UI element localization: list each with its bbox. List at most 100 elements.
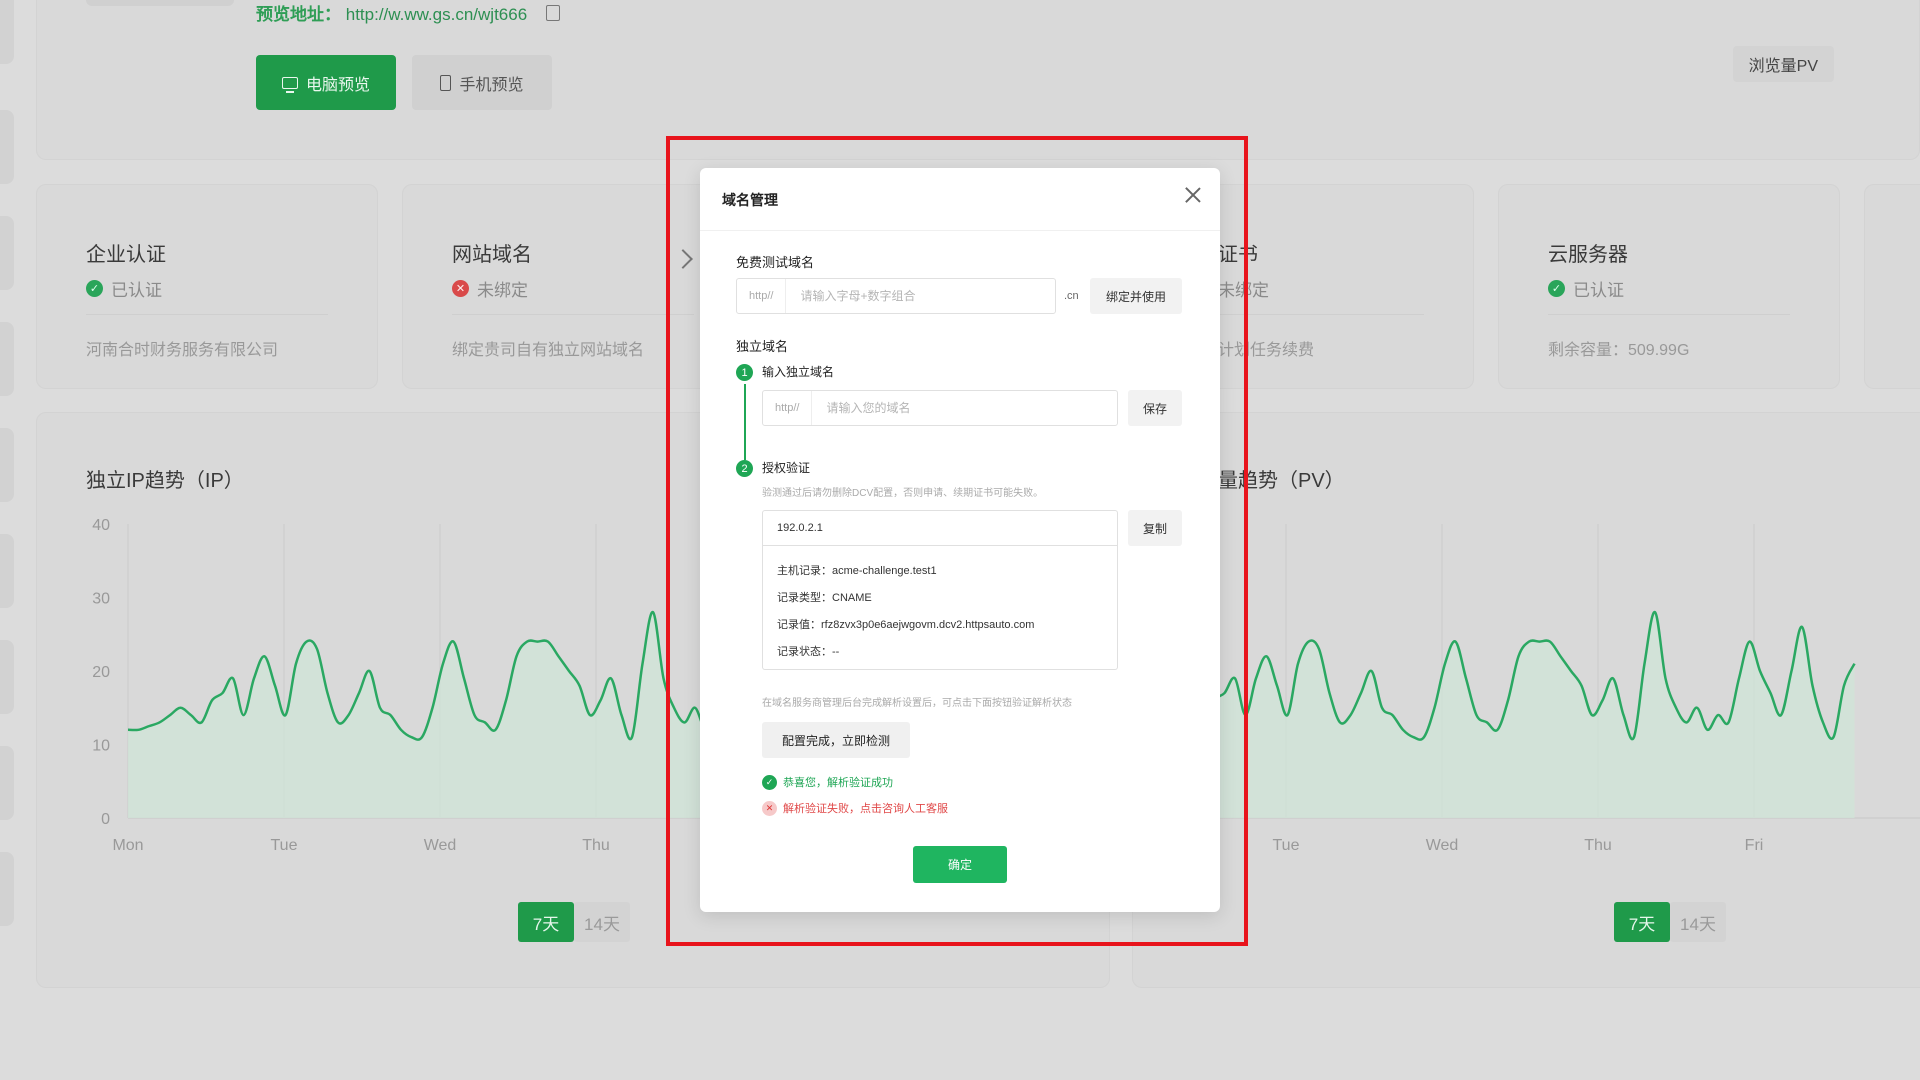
sidebar-stub [0, 428, 14, 502]
stat-desc: 河南合时财务服务有限公司 [86, 342, 279, 359]
save-button[interactable]: 保存 [1128, 390, 1182, 426]
sidebar-stub [0, 640, 14, 714]
range-7-days-button[interactable]: 7天 [1614, 902, 1670, 942]
stat-title: 网站域名 [452, 244, 532, 266]
ip-value: 192.0.2.1 [762, 510, 1118, 546]
check-icon: ✓ [1548, 280, 1565, 297]
http-prefix: http// [737, 279, 787, 313]
http-prefix: http// [763, 391, 813, 425]
pc-preview-label: 电脑预览 [305, 76, 370, 94]
fail-message[interactable]: ✕ 解析验证失败，点击咨询人工客服 [762, 800, 948, 816]
range-7-days-button[interactable]: 7天 [518, 902, 574, 942]
check-icon: ✓ [86, 280, 103, 297]
y-tick-label: 0 [101, 811, 110, 828]
x-tick-label: Mon [112, 837, 143, 854]
mobile-preview-button[interactable]: 手机预览 [412, 55, 552, 110]
error-icon: ✕ [452, 280, 469, 297]
y-tick-label: 10 [92, 738, 110, 755]
stat-card-domain[interactable]: 网站域名 ✕ 未绑定 绑定贵司自有独立网站域名 [402, 184, 744, 389]
sidebar-stub [0, 322, 14, 396]
series-area [128, 612, 758, 818]
x-tick-label: Wed [1426, 837, 1459, 854]
stat-status-text: 未绑定 [477, 281, 528, 300]
stat-status: ✕ 未绑定 [452, 276, 528, 301]
check-now-button[interactable]: 配置完成，立即检测 [762, 722, 910, 758]
stat-title: 云服务器 [1548, 244, 1628, 266]
free-domain-field: http// [736, 278, 1056, 314]
range-toggle: 7天 14天 [1614, 902, 1726, 942]
stat-card-server: 云服务器 ✓ 已认证 剩余容量：509.99G [1498, 184, 1840, 389]
x-tick-label: Thu [1584, 837, 1612, 854]
range-toggle: 7天 14天 [518, 902, 630, 942]
divider [1548, 314, 1790, 315]
custom-domain-label: 独立域名 [736, 339, 789, 354]
x-tick-label: Wed [424, 837, 457, 854]
sidebar-stub [0, 110, 14, 184]
chart-card-pv: 量趋势（PV） 010203040MonTueWedThuFri 7天 14天 [1132, 412, 1920, 988]
copy-icon[interactable] [545, 5, 560, 21]
record-value: 记录值：rfz8zvx3p0e6aejwgovm.dcv2.httpsauto.… [777, 619, 1035, 631]
divider [700, 230, 1220, 231]
success-message: ✓ 恭喜您，解析验证成功 [762, 774, 893, 790]
check-hint: 在域名服务商管理后台完成解析设置后，可点击下面按钮验证解析状态 [762, 698, 1072, 709]
x-tick-label: Tue [1273, 837, 1300, 854]
free-domain-label: 免费测试域名 [736, 255, 815, 270]
success-text: 恭喜您，解析验证成功 [783, 777, 893, 789]
step-2-badge: 2 [736, 460, 753, 477]
stat-status-text: 已认证 [111, 281, 162, 300]
stat-desc: 剩余容量：509.99G [1548, 342, 1690, 359]
preview-url-link[interactable]: http://w.ww.gs.cn/wjt666 [346, 5, 527, 24]
error-icon: ✕ [762, 800, 777, 816]
x-tick-label: Thu [582, 837, 610, 854]
stat-desc: 绑定贵司自有独立网站域名 [452, 342, 645, 359]
y-tick-label: 20 [92, 664, 110, 681]
record-host: 主机记录：acme-challenge.test1 [777, 565, 937, 577]
step-1-label: 输入独立域名 [762, 365, 835, 379]
stat-title: 企业认证 [86, 244, 166, 266]
x-tick-label: Tue [271, 837, 298, 854]
divider [86, 314, 328, 315]
step-2-hint: 验测通过后请勿删除DCV配置，否则申请、续期证书可能失败。 [762, 488, 1044, 499]
step-2-label: 授权验证 [762, 461, 811, 475]
series-area [1132, 612, 1855, 818]
preview-address: 预览地址： http://w.ww.gs.cn/wjt666 [256, 0, 560, 25]
stat-card-enterprise: 企业认证 ✓ 已认证 河南合时财务服务有限公司 [36, 184, 378, 389]
dns-record-box: 主机记录：acme-challenge.test1 记录类型：CNAME 记录值… [762, 546, 1118, 670]
mobile-preview-label: 手机预览 [459, 76, 524, 94]
site-logo-placeholder [86, 0, 234, 6]
confirm-button[interactable]: 确定 [913, 846, 1007, 883]
sidebar-stub [0, 216, 14, 290]
sidebar-stub [0, 746, 14, 820]
domain-management-dialog: 域名管理 免费测试域名 http// .cn 绑定并使用 独立域名 1 输入独立… [700, 168, 1220, 912]
range-14-days-button[interactable]: 14天 [1670, 902, 1726, 942]
stat-status: 未绑定 [1218, 276, 1269, 301]
step-1-badge: 1 [736, 364, 753, 381]
stat-status: ✓ 已认证 [86, 276, 162, 301]
check-icon: ✓ [762, 774, 777, 790]
range-14-days-button[interactable]: 14天 [574, 902, 630, 942]
stat-status-text: 未绑定 [1218, 281, 1269, 300]
monitor-icon [281, 76, 298, 93]
pv-trend-chart: 010203040MonTueWedThuFri [1132, 517, 1920, 854]
pc-preview-button[interactable]: 电脑预览 [256, 55, 396, 110]
step-connector [744, 384, 746, 460]
y-tick-label: 30 [92, 591, 110, 608]
y-tick-label: 40 [92, 517, 110, 534]
custom-domain-input[interactable] [812, 401, 1117, 415]
cn-suffix: .cn [1064, 290, 1079, 302]
phone-icon [440, 74, 452, 91]
sidebar-stub [0, 0, 14, 64]
fail-text[interactable]: 解析验证失败，点击咨询人工客服 [783, 800, 948, 816]
close-icon[interactable] [1184, 186, 1202, 204]
stat-status-text: 已认证 [1573, 281, 1624, 300]
bind-and-use-button[interactable]: 绑定并使用 [1090, 278, 1182, 314]
record-status: 记录状态：-- [777, 646, 840, 658]
stat-card-partial [1864, 184, 1920, 389]
sidebar-stub [0, 534, 14, 608]
copy-button[interactable]: 复制 [1128, 510, 1182, 546]
free-domain-input[interactable] [786, 289, 1055, 303]
record-type: 记录类型：CNAME [777, 592, 872, 604]
stat-desc: 计划任务续费 [1218, 342, 1315, 359]
pv-tab[interactable]: 浏览量PV [1732, 46, 1834, 82]
dialog-title: 域名管理 [722, 192, 778, 208]
